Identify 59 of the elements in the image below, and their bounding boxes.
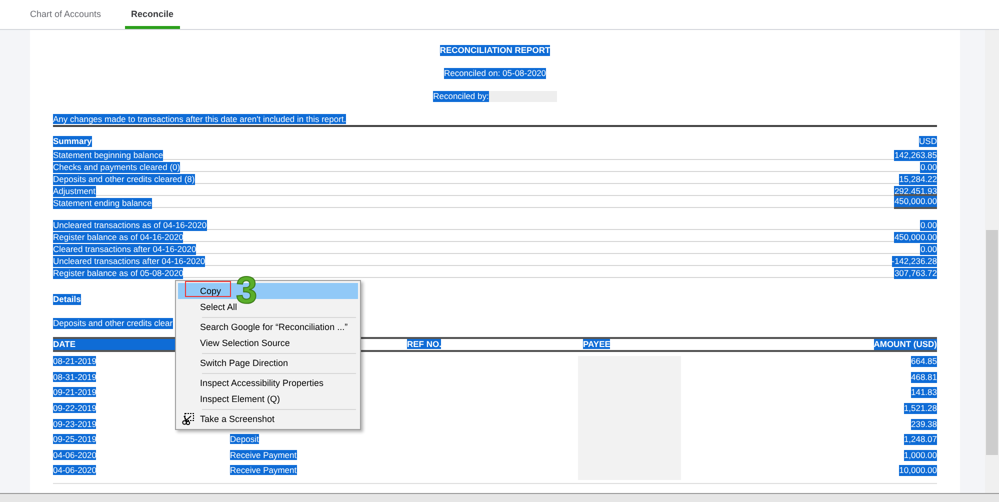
amount-cell: 468.81 — [911, 372, 937, 383]
column-header: PAYEE — [583, 339, 610, 349]
redacted-name — [488, 91, 557, 102]
scrollbar-thumb[interactable] — [986, 230, 998, 455]
summary-label: Statement ending balance — [53, 198, 152, 209]
highlight-frame — [185, 281, 231, 297]
menu-item[interactable]: Switch Page Direction — [178, 355, 358, 371]
summary-label: Checks and payments cleared (0) — [53, 162, 180, 173]
summary-label: Register balance as of 05-08-2020 — [53, 268, 184, 279]
amount: 0.00 — [920, 220, 937, 231]
scissors-icon — [182, 413, 194, 425]
amount-cell: 141.83 — [911, 387, 937, 398]
amount-cell: 10,000.00 — [899, 465, 937, 476]
amount-cell: 239.38 — [911, 418, 937, 430]
column-header: AMOUNT (USD) — [874, 339, 937, 350]
menu-item[interactable]: Take a Screenshot — [178, 411, 358, 427]
type-cell: Receive Payment — [230, 465, 297, 476]
summary-label: Register balance as of 04-16-2020 — [53, 232, 184, 243]
date-cell: 09-25-2019 — [53, 434, 96, 444]
date-cell: 08-21-2019 — [53, 356, 96, 366]
summary-label: Adjustment — [53, 186, 96, 197]
reconciled-by-label: Reconciled by: — [433, 91, 489, 102]
summary-label: Uncleared transactions after 04-16-2020 — [53, 256, 206, 267]
currency: USD — [919, 136, 937, 147]
amount: 15,284.22 — [899, 174, 937, 185]
amount-cell: 1,000.00 — [904, 450, 937, 461]
amount: 142,263.85 — [894, 150, 937, 161]
date-cell: 08-31-2019 — [53, 372, 96, 382]
date-cell: 09-21-2019 — [53, 387, 96, 398]
amount-cell: 1,248.07 — [904, 434, 937, 446]
amount: 307,763.72 — [894, 268, 937, 279]
section-heading: Deposits and other credits clear — [53, 318, 173, 329]
date-cell: 09-23-2019 — [53, 418, 96, 429]
type-cell: Deposit — [230, 434, 259, 444]
amount-cell: 1,521.28 — [904, 403, 937, 414]
summary-heading: Summary — [53, 136, 92, 147]
menu-item[interactable]: Inspect Accessibility Properties — [178, 375, 358, 391]
summary-label: Statement beginning balance — [53, 150, 164, 161]
amount: -142,236.28 — [892, 256, 937, 267]
tab[interactable]: Chart of Accounts — [24, 9, 108, 29]
type-cell: Receive Payment — [230, 450, 297, 460]
amount: 0.00 — [920, 162, 937, 173]
date-cell: 04-06-2020 — [53, 450, 96, 460]
amount-cell: 664.85 — [911, 356, 937, 368]
amount: 450,000.00 — [894, 232, 937, 243]
summary-label: Cleared transactions after 04-16-2020 — [53, 244, 196, 255]
summary-label: Deposits and other credits cleared (8) — [53, 174, 195, 185]
amount: 0.00 — [920, 244, 937, 255]
reconciled-date: Reconciled on: 05-08-2020 — [444, 68, 546, 79]
report-title: RECONCILIATION REPORT — [440, 45, 550, 56]
summary-label: Uncleared transactions as of 04-16-2020 — [53, 220, 207, 231]
date-cell: 09-22-2019 — [53, 403, 96, 414]
column-header: REF NO. — [407, 339, 442, 349]
date-cell: 04-06-2020 — [53, 465, 96, 476]
menu-item[interactable]: Inspect Element (Q) — [178, 391, 358, 407]
menu-item[interactable]: Search Google for “Reconciliation ...” — [178, 319, 358, 335]
amount: 450,000.00 — [894, 196, 937, 207]
disclaimer: Any changes made to transactions after this date aren't included in this report. — [53, 114, 346, 124]
details-heading: Details — [53, 294, 81, 305]
